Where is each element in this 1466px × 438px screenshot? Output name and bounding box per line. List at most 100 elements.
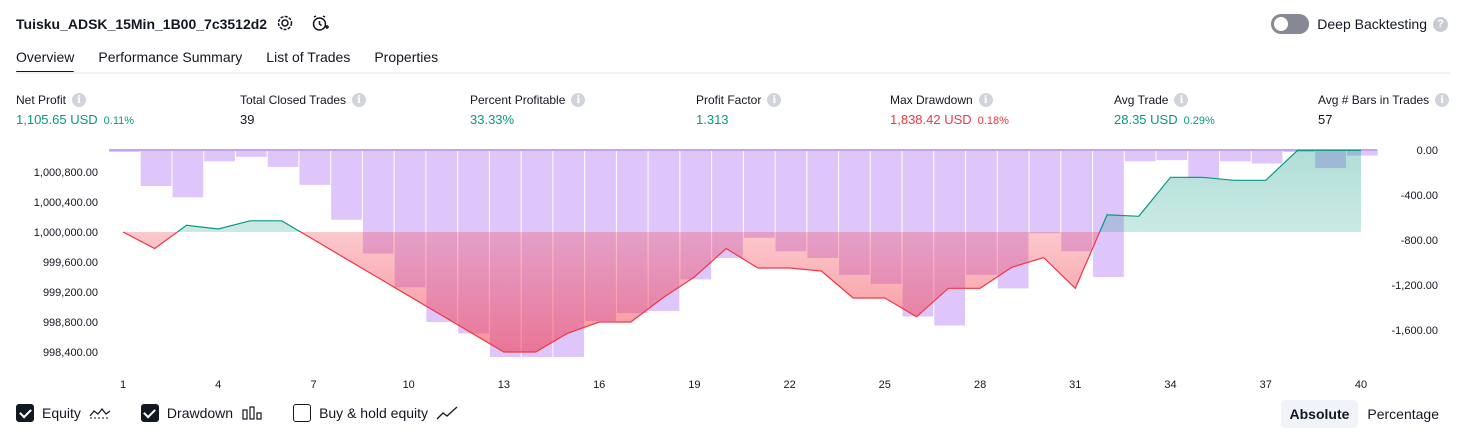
tab-list-of-trades[interactable]: List of Trades — [266, 46, 350, 74]
info-icon[interactable]: i — [72, 93, 87, 107]
metric-avg-trade: Avg Trade i 28.35 USD 0.29% — [1114, 93, 1215, 127]
x-axis-tick-label: 31 — [1069, 379, 1081, 391]
buy-hold-line-icon — [436, 406, 458, 420]
legend-drawdown[interactable]: Drawdown — [140, 404, 263, 422]
x-axis-tick-label: 4 — [215, 379, 221, 391]
drawdown-bar — [743, 150, 775, 238]
metric-profit-factor: Profit Factor i 1.313 — [696, 93, 782, 127]
left-axis-tick-label: 999,600.00 — [43, 257, 98, 269]
metric-label: Profit Factor i — [696, 93, 782, 107]
metric-value: 1,838.42 USD 0.18% — [890, 112, 1009, 127]
metric-avg-bars: Avg # Bars in Trades i 57 — [1318, 93, 1450, 127]
drawdown-bar — [299, 150, 331, 185]
info-icon[interactable]: i — [978, 93, 993, 107]
tab-overview[interactable]: Overview — [16, 46, 75, 74]
right-axis-tick-label: -400.00 — [1401, 190, 1438, 202]
tab-bar: Overview Performance Summary List of Tra… — [16, 46, 462, 74]
drawdown-checkbox[interactable] — [140, 404, 159, 422]
percentage-button[interactable]: Percentage — [1358, 400, 1448, 428]
metric-label: Percent Profitable i — [470, 93, 586, 107]
right-axis-tick-label: -800.00 — [1401, 235, 1438, 247]
drawdown-bar — [140, 150, 172, 186]
equity-checkbox[interactable] — [16, 404, 34, 422]
x-axis-tick-label: 37 — [1260, 379, 1272, 391]
deep-backtesting-toggle[interactable] — [1271, 14, 1310, 34]
drawdown-bar — [267, 150, 299, 167]
x-axis-tick-label: 22 — [783, 379, 795, 391]
absolute-button[interactable]: Absolute — [1280, 400, 1359, 428]
right-axis-tick-label: -1,600.00 — [1392, 325, 1438, 337]
header: Tuisku_ADSK_15Min_1B00_7c3512d2 Deep Bac… — [0, 0, 1466, 46]
deep-backtesting-label: Deep Backtesting — [1317, 16, 1427, 32]
metric-label: Total Closed Trades i — [240, 93, 367, 107]
legend-equity[interactable]: Equity — [16, 404, 111, 422]
settings-icon[interactable] — [275, 13, 295, 33]
chart-legend: Equity Drawdown Buy & hold equity — [16, 404, 488, 422]
metric-label: Avg # Bars in Trades i — [1318, 93, 1450, 107]
left-axis: 1,000,800.00 1,000,400.00 1,000,000.00 999,… — [34, 167, 98, 359]
x-axis-tick-label: 34 — [1164, 379, 1176, 391]
drawdown-bars-icon — [242, 406, 262, 420]
metric-value: 28.35 USD 0.29% — [1114, 112, 1215, 127]
drawdown-bar — [1029, 150, 1061, 234]
x-axis-tick-label: 40 — [1355, 379, 1367, 391]
tabs-divider — [16, 72, 1450, 74]
help-icon[interactable]: ? — [1433, 16, 1448, 32]
x-axis-tick-label: 1 — [120, 379, 126, 391]
tab-performance-summary[interactable]: Performance Summary — [98, 46, 242, 74]
deep-backtesting: Deep Backtesting ? — [1271, 14, 1448, 34]
info-icon[interactable]: i — [1435, 93, 1450, 107]
left-axis-tick-label: 1,000,400.00 — [34, 197, 98, 209]
equity-line-icon — [89, 408, 111, 419]
x-axis-tick-label: 7 — [310, 379, 316, 391]
x-axis-tick-label: 13 — [498, 379, 510, 391]
info-icon[interactable]: i — [352, 93, 367, 107]
metric-max-drawdown: Max Drawdown i 1,838.42 USD 0.18% — [890, 93, 1009, 127]
tab-properties[interactable]: Properties — [374, 46, 438, 74]
metric-value: 39 — [240, 112, 255, 127]
equity-drawdown-chart[interactable]: 1,000,800.00 1,000,400.00 1,000,000.00 999,… — [0, 138, 1466, 400]
metric-percent-profitable: Percent Profitable i 33.33% — [470, 93, 586, 127]
metric-label: Avg Trade i — [1114, 93, 1215, 107]
metric-total-closed-trades: Total Closed Trades i 39 — [240, 93, 367, 127]
x-axis-tick-label: 19 — [688, 379, 700, 391]
x-axis: 1 4 7 10 13 16 19 22 25 28 31 34 37 40 — [120, 379, 1367, 391]
x-axis-tick-label: 25 — [879, 379, 891, 391]
metric-label: Net Profit i — [16, 93, 134, 107]
alert-add-icon[interactable] — [310, 13, 330, 33]
drawdown-bar — [1156, 150, 1188, 161]
x-axis-tick-label: 10 — [403, 379, 415, 391]
legend-buy-hold[interactable]: Buy & hold equity — [293, 404, 458, 422]
right-axis-tick-label: -1,200.00 — [1392, 280, 1438, 292]
drawdown-bar — [236, 150, 267, 157]
metric-value: 1.313 — [696, 112, 729, 127]
x-axis-tick-label: 28 — [974, 379, 986, 391]
drawdown-bar — [331, 150, 362, 220]
info-icon[interactable]: i — [1174, 93, 1189, 107]
left-axis-tick-label: 1,000,000.00 — [34, 227, 98, 239]
right-axis: 0.00 -400.00 -800.00 -1,200.00 -1,600.00 — [1392, 145, 1438, 337]
drawdown-bar — [204, 150, 235, 162]
x-axis-tick-label: 16 — [593, 379, 605, 391]
info-icon[interactable]: i — [767, 93, 782, 107]
drawdown-bar — [1188, 150, 1219, 179]
drawdown-bar — [172, 150, 204, 198]
drawdown-bar — [1220, 150, 1251, 162]
metric-value: 33.33% — [470, 112, 515, 127]
buy-hold-checkbox[interactable] — [293, 404, 312, 422]
info-icon[interactable]: i — [571, 93, 586, 107]
metric-value: 57 — [1318, 112, 1333, 127]
legend-drawdown-label: Drawdown — [166, 405, 234, 421]
right-axis-tick-label: 0.00 — [1417, 145, 1438, 157]
mode-switch: Absolute Percentage — [1280, 400, 1449, 428]
left-axis-tick-label: 998,800.00 — [43, 317, 98, 329]
metric-value: 1,105.65 USD 0.11% — [16, 112, 135, 127]
left-axis-tick-label: 998,400.00 — [43, 347, 98, 359]
left-axis-tick-label: 1,000,800.00 — [34, 167, 98, 179]
toggle-knob — [1274, 17, 1289, 31]
metric-net-profit: Net Profit i 1,105.65 USD 0.11% — [16, 93, 134, 127]
drawdown-bar — [1093, 150, 1124, 278]
drawdown-bar — [1124, 150, 1156, 162]
metric-label: Max Drawdown i — [890, 93, 1009, 107]
legend-equity-label: Equity — [42, 405, 81, 421]
